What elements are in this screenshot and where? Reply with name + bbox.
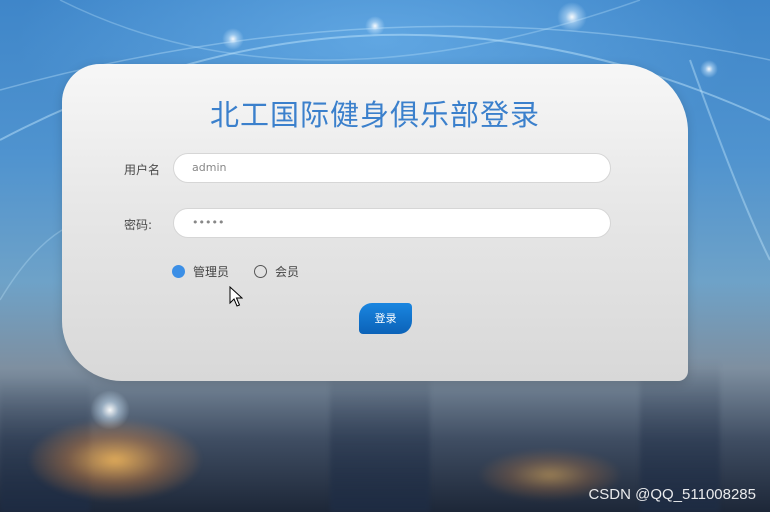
username-label: 用户名: [124, 163, 161, 177]
watermark-text: CSDN @QQ_511008285: [588, 486, 756, 503]
mouse-cursor-icon: [229, 286, 243, 307]
password-input[interactable]: •••••: [173, 208, 611, 238]
background-light: [365, 16, 385, 36]
background-light: [557, 2, 587, 32]
background-light: [222, 28, 244, 50]
background-light: [700, 60, 718, 78]
radio-unchecked-icon[interactable]: [254, 265, 268, 278]
login-card: 北工国际健身俱乐部登录 用户名 admin 密码: ••••• 管理员 会员 登…: [62, 64, 688, 381]
role-radio-group: 管理员 会员: [172, 263, 324, 280]
password-label: 密码:: [124, 218, 153, 232]
login-button[interactable]: 登录: [359, 303, 412, 334]
role-label-admin: 管理员: [193, 265, 230, 279]
username-input[interactable]: admin: [173, 153, 611, 183]
background-city-glow: [30, 420, 200, 500]
background-building: [330, 370, 430, 512]
role-option-member[interactable]: 会员: [254, 263, 299, 280]
radio-checked-icon[interactable]: [172, 265, 185, 278]
role-label-member: 会员: [275, 265, 300, 279]
page-title: 北工国际健身俱乐部登录: [209, 98, 540, 132]
role-option-admin[interactable]: 管理员: [172, 263, 229, 280]
